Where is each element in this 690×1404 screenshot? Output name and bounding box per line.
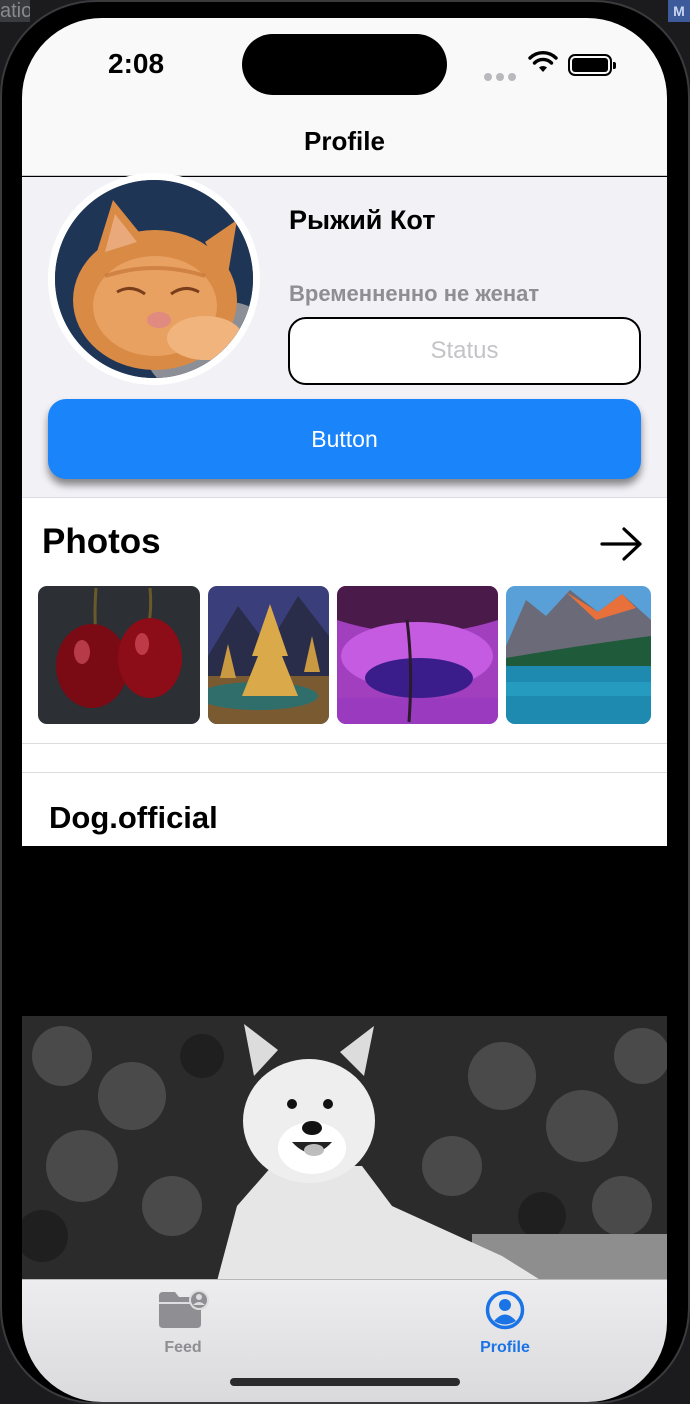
home-indicator[interactable] bbox=[230, 1378, 460, 1386]
cat-avatar-image bbox=[55, 180, 253, 378]
tab-profile[interactable]: Profile bbox=[425, 1290, 585, 1357]
photos-section[interactable]: Photos bbox=[22, 497, 667, 744]
status-time: 2:08 bbox=[108, 48, 165, 79]
photo-thumbnail-glowing-trees[interactable] bbox=[208, 586, 329, 724]
user-name: Рыжий Кот bbox=[289, 205, 436, 235]
screen: 2:08 Profile Рыжий Кот Временненно не же… bbox=[22, 18, 667, 1402]
show-status-button[interactable]: Button bbox=[48, 399, 641, 479]
navigation-bar: Profile bbox=[22, 118, 667, 176]
photo-thumbnail-cherries[interactable] bbox=[38, 586, 200, 724]
phone-frame: 2:08 Profile Рыжий Кот Временненно не же… bbox=[0, 0, 690, 1404]
photo-thumbnail-mountain-lake[interactable] bbox=[506, 586, 651, 724]
person-circle-icon bbox=[485, 1290, 525, 1330]
page-title: Profile bbox=[304, 126, 385, 156]
dynamic-island bbox=[242, 34, 447, 95]
post-author: Dog.official bbox=[49, 800, 218, 835]
profile-header: Рыжий Кот Временненно не женат Button bbox=[22, 173, 667, 497]
folder-person-icon bbox=[159, 1290, 209, 1328]
post-image[interactable] bbox=[22, 1016, 667, 1281]
avatar[interactable] bbox=[48, 173, 260, 385]
status-input[interactable] bbox=[288, 317, 641, 385]
photos-title: Photos bbox=[42, 522, 161, 561]
tab-profile-label: Profile bbox=[480, 1339, 530, 1356]
wifi-icon bbox=[528, 51, 558, 72]
dog-photo bbox=[22, 1016, 667, 1281]
photo-thumbnail-purple-lake[interactable] bbox=[337, 586, 498, 724]
post-image-letterbox bbox=[22, 846, 667, 1016]
arrow-right-icon[interactable] bbox=[600, 526, 644, 562]
user-status: Временненно не женат bbox=[289, 281, 540, 306]
section-divider bbox=[22, 744, 667, 773]
tab-feed[interactable]: Feed bbox=[103, 1290, 263, 1357]
battery-icon bbox=[568, 54, 616, 76]
post-header: Dog.official bbox=[22, 773, 667, 846]
status-bar: 2:08 bbox=[22, 18, 667, 118]
tab-feed-label: Feed bbox=[164, 1339, 202, 1356]
background-app-badge: M bbox=[668, 0, 690, 22]
